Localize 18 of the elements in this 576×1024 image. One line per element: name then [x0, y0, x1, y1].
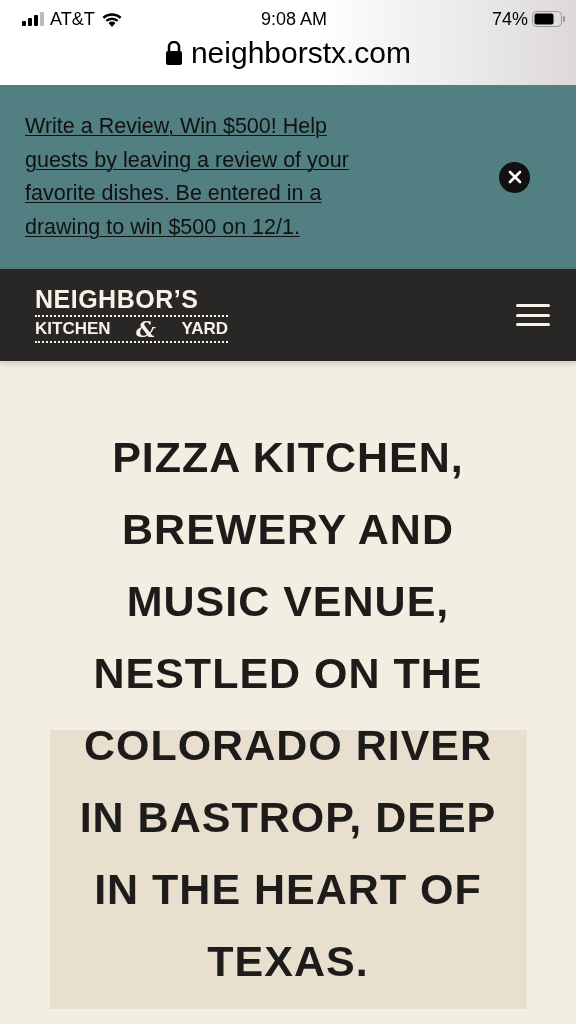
wifi-icon: [100, 11, 123, 27]
battery-icon: [532, 11, 566, 27]
hero-heading: PIZZA KITCHEN, BREWERY AND MUSIC VENUE, NESTLED ON THE COLORADO RIVER IN BASTROP, DEEP IN THE HEART OF TEXAS.: [78, 432, 498, 987]
lock-icon: [164, 41, 183, 65]
logo-title: NEIGHBOR’S: [35, 285, 200, 313]
address-bar[interactable]: neighborstx.com: [0, 36, 576, 70]
close-button[interactable]: [499, 161, 530, 193]
signal-icon: [22, 12, 44, 26]
carrier-name: AT&T: [50, 8, 95, 30]
battery-percent: 74%: [491, 8, 528, 30]
promo-link[interactable]: Write a Review, Win $500! Help guests by leaving a review of your favorite dishes. Be entered in a drawing to win $500 on 12/1.: [25, 110, 387, 244]
logo[interactable]: NEIGHBOR’S KITCHEN & YARD: [35, 285, 228, 345]
status-time: 9:08 AM: [260, 8, 327, 30]
close-icon: [507, 170, 522, 184]
logo-ampersand: &: [136, 319, 156, 339]
menu-button[interactable]: [516, 304, 550, 326]
logo-subtitle: YARD: [181, 319, 228, 339]
logo-subtitle: KITCHEN: [35, 319, 111, 339]
